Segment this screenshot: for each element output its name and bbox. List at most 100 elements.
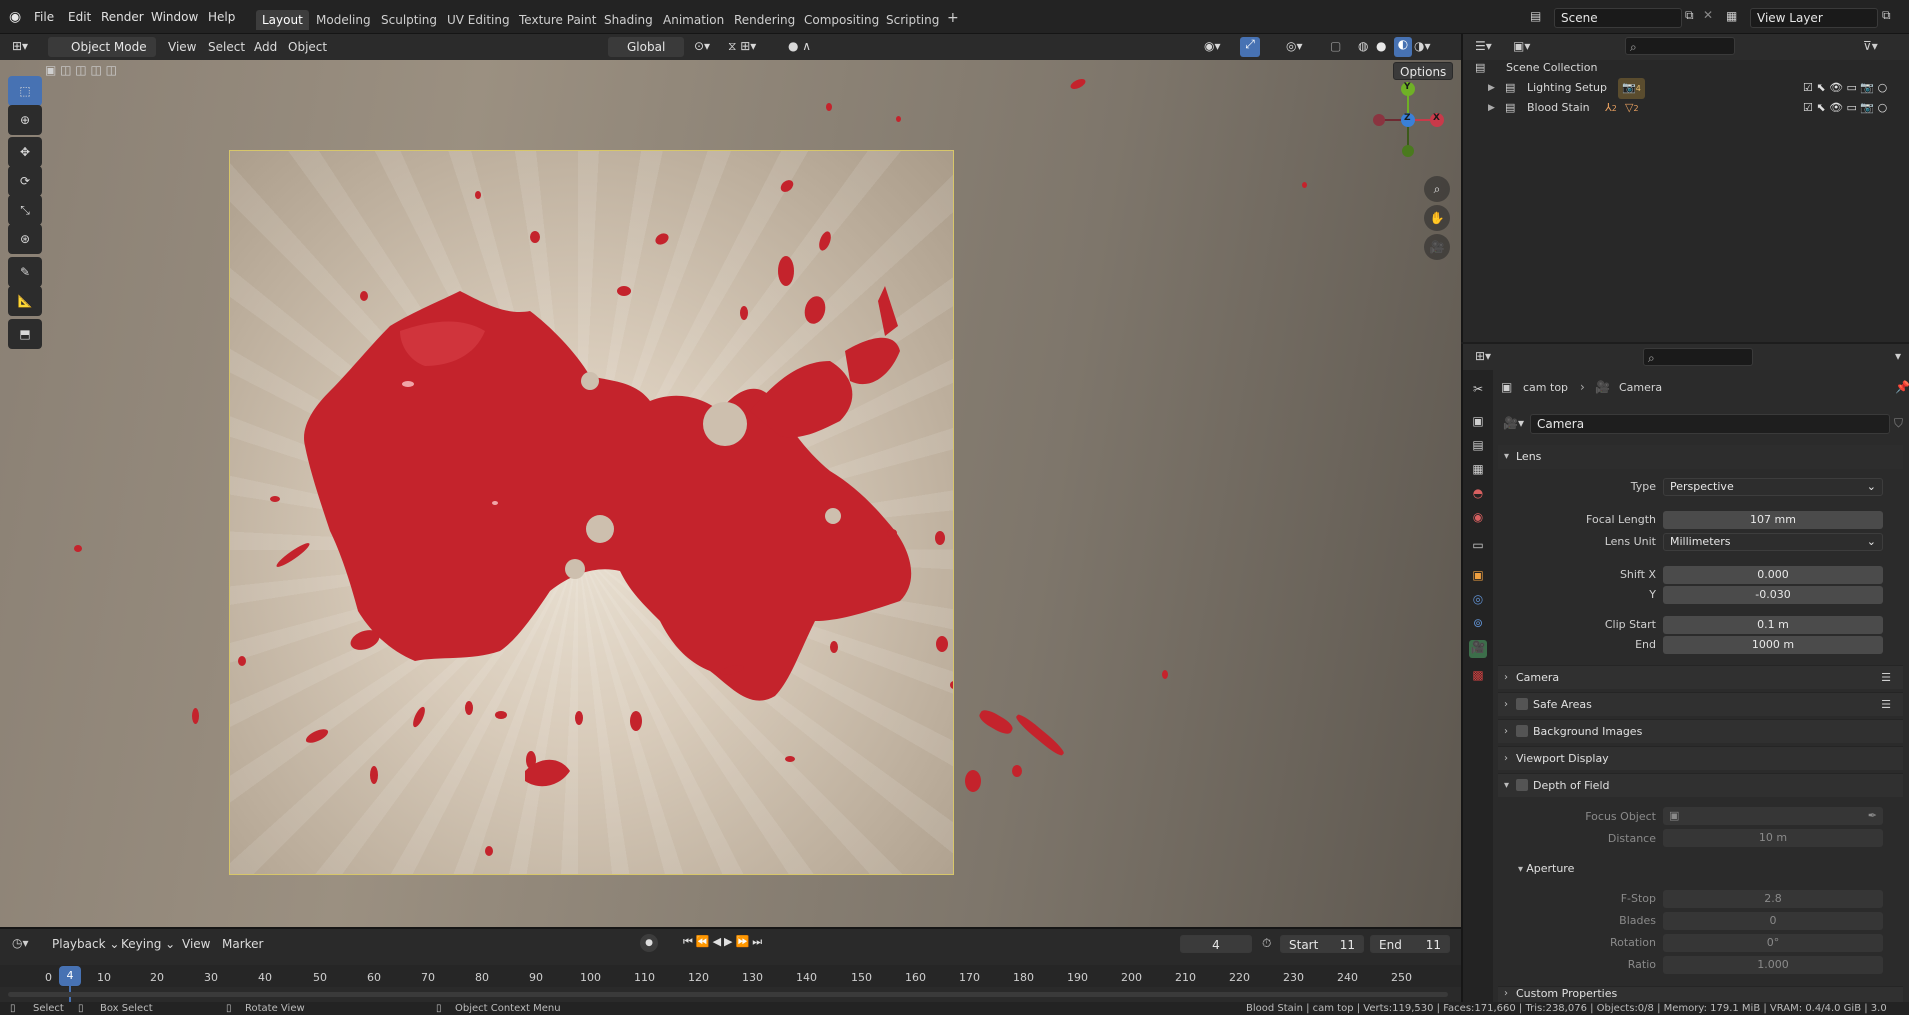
- safe-areas-panel-header[interactable]: › Safe Areas ☰: [1498, 692, 1903, 716]
- lens-panel-header[interactable]: ▾ Lens: [1498, 445, 1903, 469]
- menu-view[interactable]: View: [168, 40, 196, 54]
- options-dropdown[interactable]: Options: [1393, 62, 1453, 80]
- move-icon[interactable]: ✥: [8, 137, 42, 167]
- tab-rendering[interactable]: Rendering: [734, 13, 795, 27]
- tab-uv-editing[interactable]: UV Editing: [447, 13, 510, 27]
- safe-areas-checkbox[interactable]: [1516, 698, 1528, 710]
- playback-controls[interactable]: ⏮⏪◀▶⏩⏭: [683, 935, 765, 949]
- dof-checkbox[interactable]: [1516, 779, 1528, 791]
- playback-menu[interactable]: Playback ⌄: [52, 937, 119, 951]
- playhead[interactable]: 4: [59, 966, 81, 986]
- duplicate-scene-icon[interactable]: ⧉: [1685, 8, 1694, 23]
- type-dropdown[interactable]: Perspective ⌄: [1663, 478, 1883, 496]
- tab-animation[interactable]: Animation: [663, 13, 724, 27]
- outliner-row-scene-collection[interactable]: ▤ Scene Collection: [1463, 58, 1909, 78]
- expand-icon[interactable]: ▶: [1488, 78, 1495, 98]
- add-cube-icon[interactable]: ⬒: [8, 319, 42, 349]
- 3d-viewport[interactable]: ▣ ◫ ◫ ◫ ◫ Options ⬚ ⊕ ✥ ⟳ ⤡ ⊛ ✎ 📐 ⬒ Y Z …: [0, 60, 1461, 927]
- start-frame-field[interactable]: Start 11: [1280, 935, 1364, 953]
- keying-menu[interactable]: Keying ⌄: [121, 937, 175, 951]
- zoom-icon[interactable]: ⌕: [1424, 176, 1450, 202]
- shading-material-icon[interactable]: ◐: [1394, 37, 1412, 57]
- texture-tab-icon[interactable]: ▩: [1469, 668, 1487, 686]
- dof-panel-header[interactable]: ▾ Depth of Field: [1498, 773, 1903, 797]
- tab-compositing[interactable]: Compositing: [804, 13, 879, 27]
- background-images-panel-header[interactable]: › Background Images: [1498, 719, 1903, 743]
- camera-datablock-icon[interactable]: 🎥▾: [1503, 416, 1524, 430]
- distance-field[interactable]: 10 m: [1663, 829, 1883, 847]
- shift-x-field[interactable]: 0.000: [1663, 566, 1883, 584]
- breadcrumb-data[interactable]: Camera: [1619, 381, 1662, 394]
- shift-y-field[interactable]: -0.030: [1663, 586, 1883, 604]
- menu-window[interactable]: Window: [151, 10, 198, 24]
- annotate-icon[interactable]: ✎: [8, 257, 42, 287]
- stopwatch-icon[interactable]: ⏱: [1262, 936, 1271, 951]
- timeline-editor-icon[interactable]: ◷▾: [12, 936, 29, 950]
- overlay-icon[interactable]: ◎▾: [1286, 39, 1303, 53]
- xray-icon[interactable]: ▢: [1330, 39, 1341, 53]
- outliner-row-lighting-setup[interactable]: ▶ ▤ Lighting Setup 📷4 ☑ ⬉ 👁 ▭ 📷 ○: [1463, 78, 1909, 99]
- record-icon[interactable]: ●: [640, 934, 658, 952]
- timeline-view-menu[interactable]: View: [182, 937, 210, 951]
- presets-icon[interactable]: ☰: [1881, 693, 1891, 717]
- aperture-subpanel-header[interactable]: ▾ Aperture: [1518, 862, 1574, 875]
- snap-icon[interactable]: ⧖ ⊞▾: [728, 39, 756, 54]
- presets-icon[interactable]: ☰: [1881, 666, 1891, 690]
- hand-pan-icon[interactable]: ✋: [1424, 205, 1450, 231]
- end-frame-field[interactable]: End 11: [1370, 935, 1450, 953]
- editor-type-icon[interactable]: ⊞▾: [12, 39, 28, 53]
- view-layer-icon[interactable]: ▦: [1726, 9, 1737, 23]
- shading-solid-icon[interactable]: ●: [1376, 39, 1386, 53]
- clip-start-field[interactable]: 0.1 m: [1663, 616, 1883, 634]
- camera-data-icon[interactable]: 🎥: [1469, 640, 1487, 658]
- output-tab-icon[interactable]: ▤: [1469, 438, 1487, 456]
- measure-icon[interactable]: 📐: [8, 286, 42, 316]
- background-images-checkbox[interactable]: [1516, 725, 1528, 737]
- camera-datablock-field[interactable]: Camera: [1530, 414, 1890, 434]
- camera-view-icon[interactable]: 🎥: [1424, 234, 1450, 260]
- menu-select[interactable]: Select: [208, 40, 245, 54]
- focal-length-field[interactable]: 107 mm: [1663, 511, 1883, 529]
- view-layer-field[interactable]: View Layer: [1750, 8, 1878, 28]
- scene-tab-icon[interactable]: ◓: [1469, 486, 1487, 504]
- row-visibility-icons[interactable]: ☑ ⬉ 👁 ▭ 📷 ○: [1803, 98, 1887, 118]
- shading-rendered-icon[interactable]: ◑▾: [1414, 39, 1431, 53]
- focus-object-field[interactable]: ▣ ✒: [1663, 807, 1883, 825]
- scale-icon[interactable]: ⤡: [8, 195, 42, 225]
- tool-tab-icon[interactable]: ✂: [1469, 382, 1487, 400]
- marker-menu[interactable]: Marker: [222, 937, 263, 951]
- world-tab-icon[interactable]: ◉: [1469, 510, 1487, 528]
- tab-layout[interactable]: Layout: [256, 10, 309, 30]
- tab-sculpting[interactable]: Sculpting: [381, 13, 437, 27]
- add-workspace-button[interactable]: +: [947, 10, 959, 26]
- constraints-tab-icon[interactable]: ◎: [1469, 592, 1487, 610]
- gizmo-toggle-icon[interactable]: ⤢: [1240, 37, 1260, 57]
- viewport-display-panel-header[interactable]: › Viewport Display: [1498, 746, 1903, 770]
- outliner-search-input[interactable]: ⌕: [1625, 37, 1735, 55]
- fstop-field[interactable]: 2.8: [1663, 890, 1883, 908]
- menu-render[interactable]: Render: [101, 10, 144, 24]
- menu-file[interactable]: File: [34, 10, 54, 24]
- outliner-row-blood-stain[interactable]: ▶ ▤ Blood Stain ⅄2 ▽2 ☑ ⬉ 👁 ▭ 📷 ○: [1463, 98, 1909, 118]
- rotation-field[interactable]: 0°: [1663, 934, 1883, 952]
- row-visibility-icons[interactable]: ☑ ⬉ 👁 ▭ 📷 ○: [1803, 78, 1887, 98]
- pin-icon[interactable]: 📌: [1895, 380, 1909, 394]
- filter-icon[interactable]: ⊽▾: [1863, 39, 1878, 53]
- blades-field[interactable]: 0: [1663, 912, 1883, 930]
- rotate-icon[interactable]: ⟳: [8, 166, 42, 196]
- scene-field[interactable]: Scene: [1554, 8, 1682, 28]
- outliner-editor-icon[interactable]: ☰▾: [1475, 39, 1492, 53]
- properties-options-icon[interactable]: ▾: [1895, 349, 1901, 363]
- pivot-icon[interactable]: ⊙▾: [694, 39, 710, 53]
- menu-help[interactable]: Help: [208, 10, 235, 24]
- display-mode-icon[interactable]: ▣▾: [1513, 39, 1530, 53]
- properties-editor-icon[interactable]: ⊞▾: [1475, 349, 1491, 363]
- collection-tab-icon[interactable]: ▭: [1469, 538, 1487, 556]
- breadcrumb-object[interactable]: cam top: [1523, 381, 1568, 394]
- tab-scripting[interactable]: Scripting: [886, 13, 939, 27]
- tab-modeling[interactable]: Modeling: [316, 13, 371, 27]
- render-tab-icon[interactable]: ▣: [1469, 414, 1487, 432]
- fake-user-icon[interactable]: ⛉: [1894, 416, 1903, 431]
- visibility-icon[interactable]: ◉▾: [1204, 39, 1221, 53]
- clip-end-field[interactable]: 1000 m: [1663, 636, 1883, 654]
